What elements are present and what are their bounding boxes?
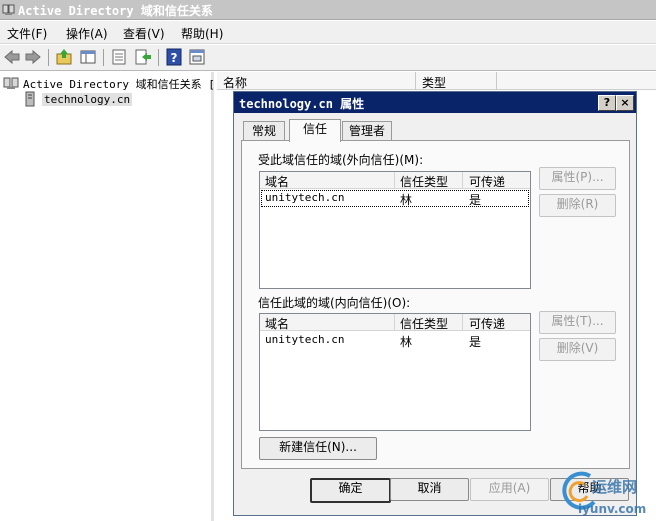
outgoing-row-domain: unitytech.cn — [265, 191, 345, 204]
outgoing-row-transitive: 是 — [469, 193, 482, 207]
toolbar: ? — [0, 45, 656, 71]
dialog-title: technology.cn 属性 — [239, 97, 365, 111]
cancel-button[interactable]: 取消 — [390, 478, 469, 501]
ad-domains-icon — [3, 77, 19, 89]
console-tree: Active Directory 域和信任关系 [ technology.cn — [0, 72, 215, 521]
outgoing-col-domain[interactable]: 域名 — [265, 173, 289, 190]
show-tree-icon[interactable] — [79, 48, 97, 66]
outgoing-col-transitive[interactable]: 可传递 — [469, 173, 505, 190]
properties-dialog: technology.cn 属性 ? × 常规 信任 管理者 受此域信任的域(外… — [233, 91, 637, 516]
dialog-help-button[interactable]: ? — [598, 95, 616, 111]
incoming-trusts-list[interactable]: 域名 信任类型 可传递 unitytech.cn 林 是 — [259, 313, 531, 431]
domain-server-icon — [25, 91, 35, 107]
toolbar-separator — [103, 49, 104, 66]
tree-item-domain-label: technology.cn — [42, 93, 133, 106]
result-list-header: 名称 类型 — [217, 72, 656, 90]
outgoing-trusts-label: 受此域信任的域(外向信任)(M): — [258, 153, 424, 167]
watermark-text: 运维网 — [592, 478, 638, 496]
column-separator — [415, 72, 416, 90]
incoming-row-type: 林 — [400, 335, 413, 349]
menu-action[interactable]: 操作(A) — [66, 25, 108, 42]
tab-general[interactable]: 常规 — [243, 121, 285, 142]
incoming-list-header: 域名 信任类型 可传递 — [260, 314, 530, 331]
menu-view[interactable]: 查看(V) — [123, 25, 165, 42]
column-separator — [462, 314, 463, 330]
outgoing-remove-button[interactable]: 删除(R) — [539, 194, 616, 217]
column-separator — [496, 72, 497, 90]
incoming-properties-button[interactable]: 属性(T)... — [539, 311, 616, 334]
menu-help[interactable]: 帮助(H) — [181, 25, 223, 42]
menu-file[interactable]: 文件(F) — [7, 25, 47, 42]
console-icon[interactable] — [188, 48, 206, 66]
incoming-remove-button[interactable]: 删除(V) — [539, 338, 616, 361]
outgoing-list-header: 域名 信任类型 可传递 — [260, 172, 530, 189]
outgoing-trust-row[interactable]: unitytech.cn 林 是 — [261, 190, 529, 207]
incoming-trust-row[interactable]: unitytech.cn 林 是 — [262, 333, 528, 349]
export-icon[interactable] — [134, 48, 152, 66]
toolbar-separator — [48, 49, 49, 66]
window-title: Active Directory 域和信任关系 — [18, 4, 213, 18]
incoming-trusts-label: 信任此域的域(内向信任)(O): — [258, 296, 411, 310]
ad-domains-app-icon — [2, 4, 15, 15]
new-trust-button[interactable]: 新建信任(N)... — [259, 437, 377, 460]
column-type[interactable]: 类型 — [422, 74, 446, 91]
incoming-row-transitive: 是 — [469, 335, 482, 349]
forward-icon[interactable] — [24, 48, 42, 66]
dialog-titlebar: technology.cn 属性 ? × — [234, 92, 636, 113]
column-separator — [394, 172, 395, 188]
tab-trusts[interactable]: 信任 — [289, 119, 341, 142]
apply-button[interactable]: 应用(A) — [470, 478, 549, 501]
up-folder-icon[interactable] — [55, 48, 73, 66]
watermark-url: iyunv.com — [578, 502, 647, 516]
watermark: 运维网 iyunv.com — [560, 470, 656, 521]
column-separator — [394, 314, 395, 330]
back-icon[interactable] — [3, 48, 21, 66]
tree-root-label: Active Directory 域和信任关系 [ — [23, 78, 215, 91]
toolbar-separator — [158, 49, 159, 66]
outgoing-row-type: 林 — [400, 193, 413, 207]
dialog-close-button[interactable]: × — [616, 95, 634, 111]
help-icon[interactable]: ? — [165, 48, 183, 66]
trusts-tab-panel: 受此域信任的域(外向信任)(M): 域名 信任类型 可传递 unitytech.… — [241, 140, 630, 469]
incoming-col-domain[interactable]: 域名 — [265, 315, 289, 332]
window-titlebar: Active Directory 域和信任关系 — [0, 0, 656, 20]
ok-button[interactable]: 确定 — [310, 478, 391, 503]
tab-managed-by[interactable]: 管理者 — [342, 121, 392, 142]
column-name[interactable]: 名称 — [223, 74, 247, 91]
incoming-col-transitive[interactable]: 可传递 — [469, 315, 505, 332]
outgoing-properties-button[interactable]: 属性(P)... — [539, 167, 616, 190]
incoming-row-domain: unitytech.cn — [265, 333, 345, 346]
outgoing-trusts-list[interactable]: 域名 信任类型 可传递 unitytech.cn 林 是 — [259, 171, 531, 289]
incoming-col-trust-type[interactable]: 信任类型 — [400, 315, 448, 332]
column-separator — [462, 172, 463, 188]
menubar: 文件(F) 操作(A) 查看(V) 帮助(H) — [0, 21, 656, 44]
outgoing-col-trust-type[interactable]: 信任类型 — [400, 173, 448, 190]
properties-icon[interactable] — [110, 48, 128, 66]
svg-text:?: ? — [171, 51, 178, 65]
